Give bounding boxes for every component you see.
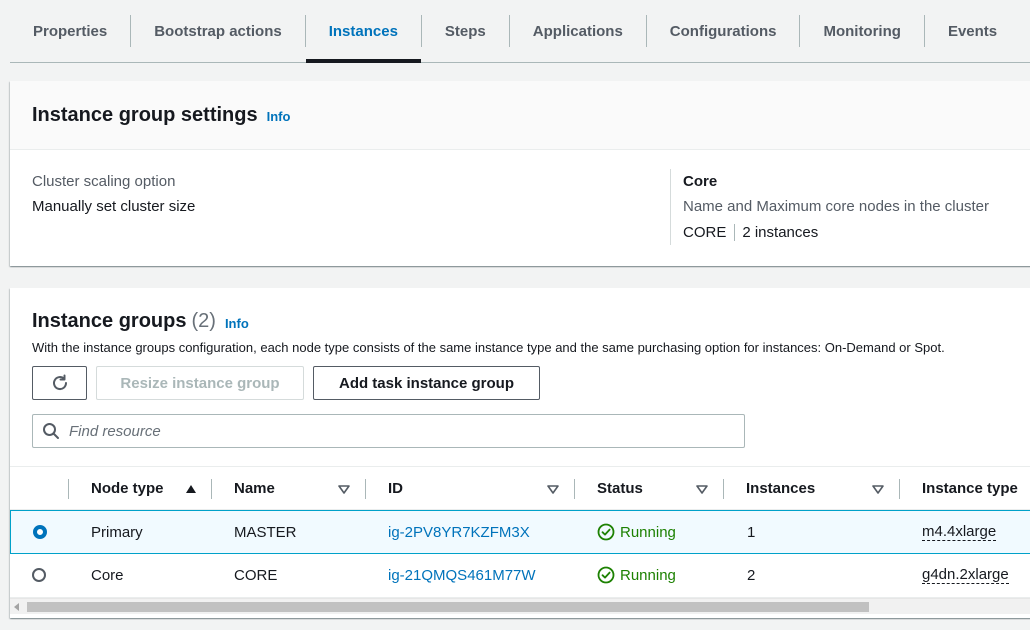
column-divider	[68, 479, 69, 499]
core-summary: CORE 2 instances	[683, 224, 989, 241]
column-divider	[899, 479, 900, 499]
tab-bar: Properties Bootstrap actions Instances S…	[10, 0, 1030, 63]
core-divider	[734, 224, 736, 241]
column-divider	[574, 479, 575, 499]
column-header-instances[interactable]: Instances	[746, 467, 815, 510]
column-header-name[interactable]: Name	[234, 467, 275, 510]
column-divider	[365, 479, 366, 499]
tab-properties[interactable]: Properties	[10, 0, 130, 62]
instance-group-settings-panel: Instance group settings Info Cluster sca…	[10, 81, 1030, 266]
instance-groups-description: With the instance groups configuration, …	[32, 340, 945, 355]
tab-events[interactable]: Events	[925, 0, 1020, 62]
column-header-id[interactable]: ID	[388, 467, 403, 510]
core-instances: 2 instances	[742, 224, 819, 241]
filter-caret-icon[interactable]	[338, 483, 350, 495]
table-row[interactable]: Primary MASTER ig-2PV8YR7KZFM3X Running …	[10, 510, 1030, 554]
add-task-instance-group-button[interactable]: Add task instance group	[313, 366, 540, 400]
filter-caret-icon[interactable]	[547, 483, 559, 495]
search-icon	[43, 423, 59, 439]
cell-node-type: Primary	[91, 523, 143, 541]
cell-status: Running	[597, 554, 676, 596]
status-success-icon	[597, 523, 615, 541]
core-field: Core Name and Maximum core nodes in the …	[670, 169, 989, 245]
cell-instance-type: m4.4xlarge	[922, 511, 997, 553]
status-text: Running	[620, 566, 676, 584]
cell-name: CORE	[234, 566, 278, 584]
horizontal-scrollbar[interactable]	[10, 598, 1030, 614]
search-input[interactable]	[69, 422, 669, 440]
tab-bootstrap-actions[interactable]: Bootstrap actions	[131, 0, 305, 62]
column-header-status[interactable]: Status	[597, 467, 643, 510]
cell-name: MASTER	[234, 523, 297, 541]
filter-caret-icon[interactable]	[872, 483, 884, 495]
cluster-scaling-label: Cluster scaling option	[32, 173, 176, 190]
settings-title: Instance group settings	[32, 103, 258, 126]
cluster-scaling-value: Manually set cluster size	[32, 198, 196, 215]
column-header-node-type[interactable]: Node type	[91, 467, 164, 510]
row-select-radio-cell	[32, 554, 46, 596]
scroll-left-arrow-icon[interactable]	[14, 603, 19, 611]
cell-instances: 1	[747, 523, 756, 541]
core-name: CORE	[683, 224, 727, 241]
resize-instance-group-button[interactable]: Resize instance group	[96, 366, 304, 400]
instance-groups-panel: Instance groups (2) Info With the instan…	[10, 288, 1030, 618]
panel-header: Instance group settings Info	[10, 81, 1030, 150]
row-select-radio[interactable]	[32, 568, 46, 582]
instance-groups-title: Instance groups	[32, 310, 187, 332]
cell-status: Running	[597, 511, 676, 553]
tab-steps[interactable]: Steps	[422, 0, 509, 62]
scrollbar-thumb[interactable]	[27, 602, 869, 612]
instance-groups-header: Instance groups (2) Info	[32, 310, 249, 333]
column-divider	[723, 479, 724, 499]
core-description: Name and Maximum core nodes in the clust…	[683, 198, 989, 215]
tab-monitoring[interactable]: Monitoring	[800, 0, 923, 62]
filter-caret-icon[interactable]	[696, 483, 708, 495]
settings-info-link[interactable]: Info	[267, 109, 291, 124]
table-header: Node type Name ID Status Instances Insta…	[10, 466, 1030, 510]
cell-instances: 2	[747, 566, 756, 584]
tab-instances[interactable]: Instances	[305, 0, 422, 63]
instance-type-link[interactable]: g4dn.2xlarge	[922, 566, 1009, 584]
row-select-radio[interactable]	[33, 525, 47, 539]
refresh-icon	[52, 374, 67, 391]
tab-applications[interactable]: Applications	[510, 0, 646, 62]
sort-ascending-icon[interactable]	[185, 483, 197, 495]
search-box	[32, 414, 745, 448]
cell-node-type: Core	[91, 566, 124, 584]
cluster-scaling-field: Cluster scaling option Manually set clus…	[32, 173, 195, 215]
row-select-radio-cell	[33, 511, 47, 553]
status-text: Running	[620, 523, 676, 541]
tab-configurations[interactable]: Configurations	[647, 0, 800, 62]
status-indicator: Running	[597, 566, 676, 584]
table-row[interactable]: Core CORE ig-21QMQS461M77W Running 2 g4d…	[10, 554, 1030, 598]
cell-id-link[interactable]: ig-2PV8YR7KZFM3X	[388, 511, 530, 553]
cell-id-link[interactable]: ig-21QMQS461M77W	[388, 554, 536, 596]
instance-groups-info-link[interactable]: Info	[225, 316, 249, 331]
column-header-instance-type[interactable]: Instance type	[922, 467, 1018, 510]
status-indicator: Running	[597, 523, 676, 541]
column-divider	[211, 479, 212, 499]
refresh-button[interactable]	[32, 366, 87, 400]
cell-instance-type: g4dn.2xlarge	[922, 554, 1009, 596]
instance-type-link[interactable]: m4.4xlarge	[922, 523, 997, 541]
instance-groups-count: (2)	[191, 310, 216, 332]
core-title: Core	[683, 173, 718, 190]
status-success-icon	[597, 566, 615, 584]
